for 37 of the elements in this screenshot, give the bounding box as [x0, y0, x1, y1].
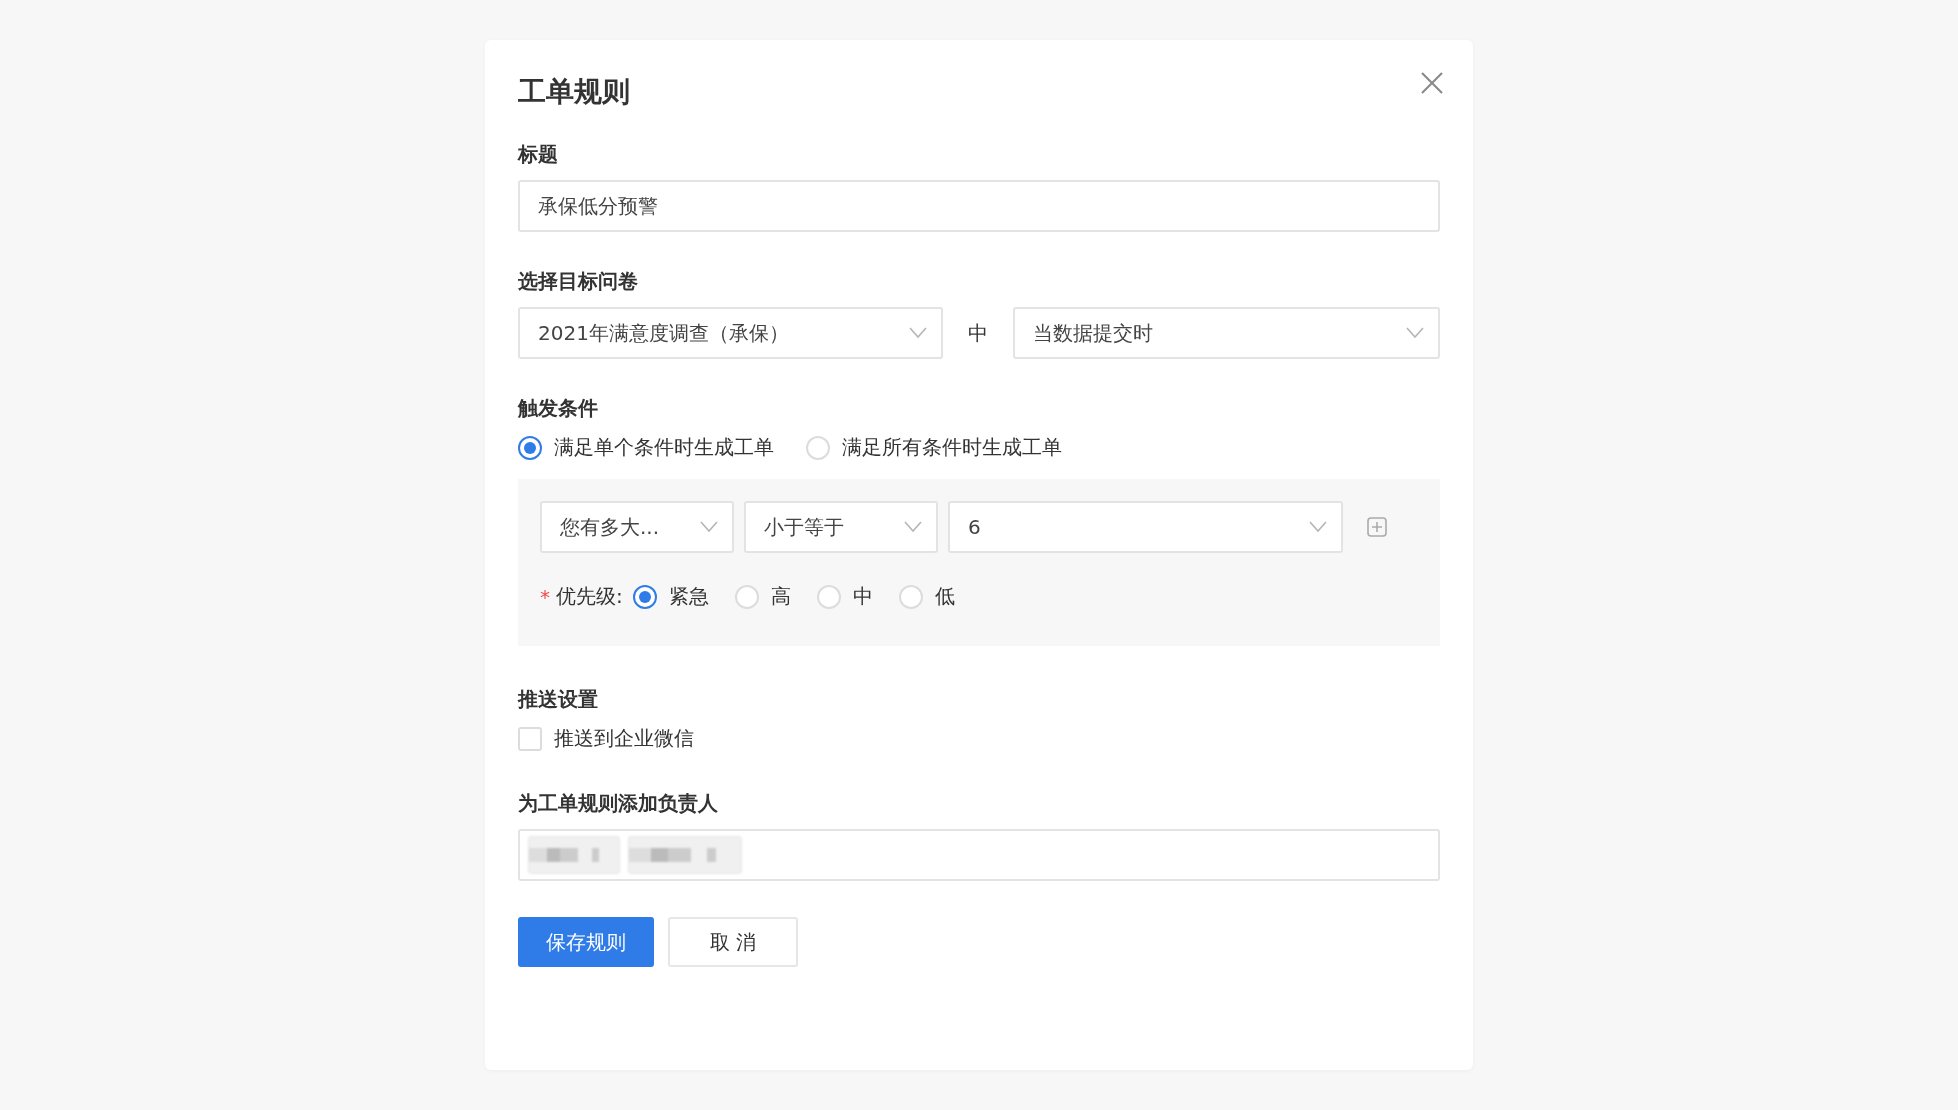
question-select[interactable]: 您有多大... [540, 501, 734, 554]
chevron-down-icon [1309, 521, 1327, 534]
dialog-title: 工单规则 [518, 74, 630, 110]
field-label: 为工单规则添加负责人 [518, 790, 719, 818]
select-value: 当数据提交时 [1033, 319, 1153, 347]
operator-select[interactable]: 小于等于 [744, 501, 938, 554]
radio-option[interactable]: 满足单个条件时生成工单 [518, 434, 774, 462]
select-value: 您有多大... [560, 513, 660, 541]
cancel-button[interactable]: 取 消 [668, 917, 799, 968]
close-button[interactable] [1419, 70, 1445, 96]
checkbox-option[interactable]: 推送到企业微信 [518, 725, 1440, 753]
radio-option[interactable]: 满足所有条件时生成工单 [806, 434, 1062, 462]
priority-label: 优先级: [556, 583, 623, 611]
radio-option[interactable]: 低 [898, 583, 955, 611]
title-input[interactable]: 承保低分预警 [518, 180, 1440, 233]
select-value: 2021年满意度调查（承保） [538, 319, 789, 347]
value-select[interactable]: 6 [948, 501, 1343, 554]
field-label: 触发条件 [518, 395, 599, 423]
radio-option[interactable]: 高 [734, 583, 791, 611]
event-select[interactable]: 当数据提交时 [1013, 307, 1440, 360]
radio-option[interactable]: 中 [816, 583, 873, 611]
required-mark: * [540, 584, 550, 609]
field-label: 推送设置 [518, 686, 599, 714]
field-label: 选择目标问卷 [518, 268, 639, 296]
survey-select[interactable]: 2021年满意度调查（承保） [518, 307, 943, 360]
chevron-down-icon [1406, 327, 1424, 340]
joiner-text: 中 [967, 319, 989, 347]
add-icon[interactable] [1367, 517, 1387, 538]
save-button[interactable]: 保存规则 [518, 917, 654, 968]
select-value: 6 [968, 515, 981, 540]
owner-field[interactable] [518, 829, 1440, 882]
select-value: 小于等于 [764, 513, 844, 541]
chevron-down-icon [909, 327, 927, 340]
chevron-down-icon [904, 521, 922, 534]
radio-option[interactable]: 紧急 [632, 583, 709, 611]
chevron-down-icon [700, 521, 718, 534]
field-label: 标题 [518, 141, 559, 169]
